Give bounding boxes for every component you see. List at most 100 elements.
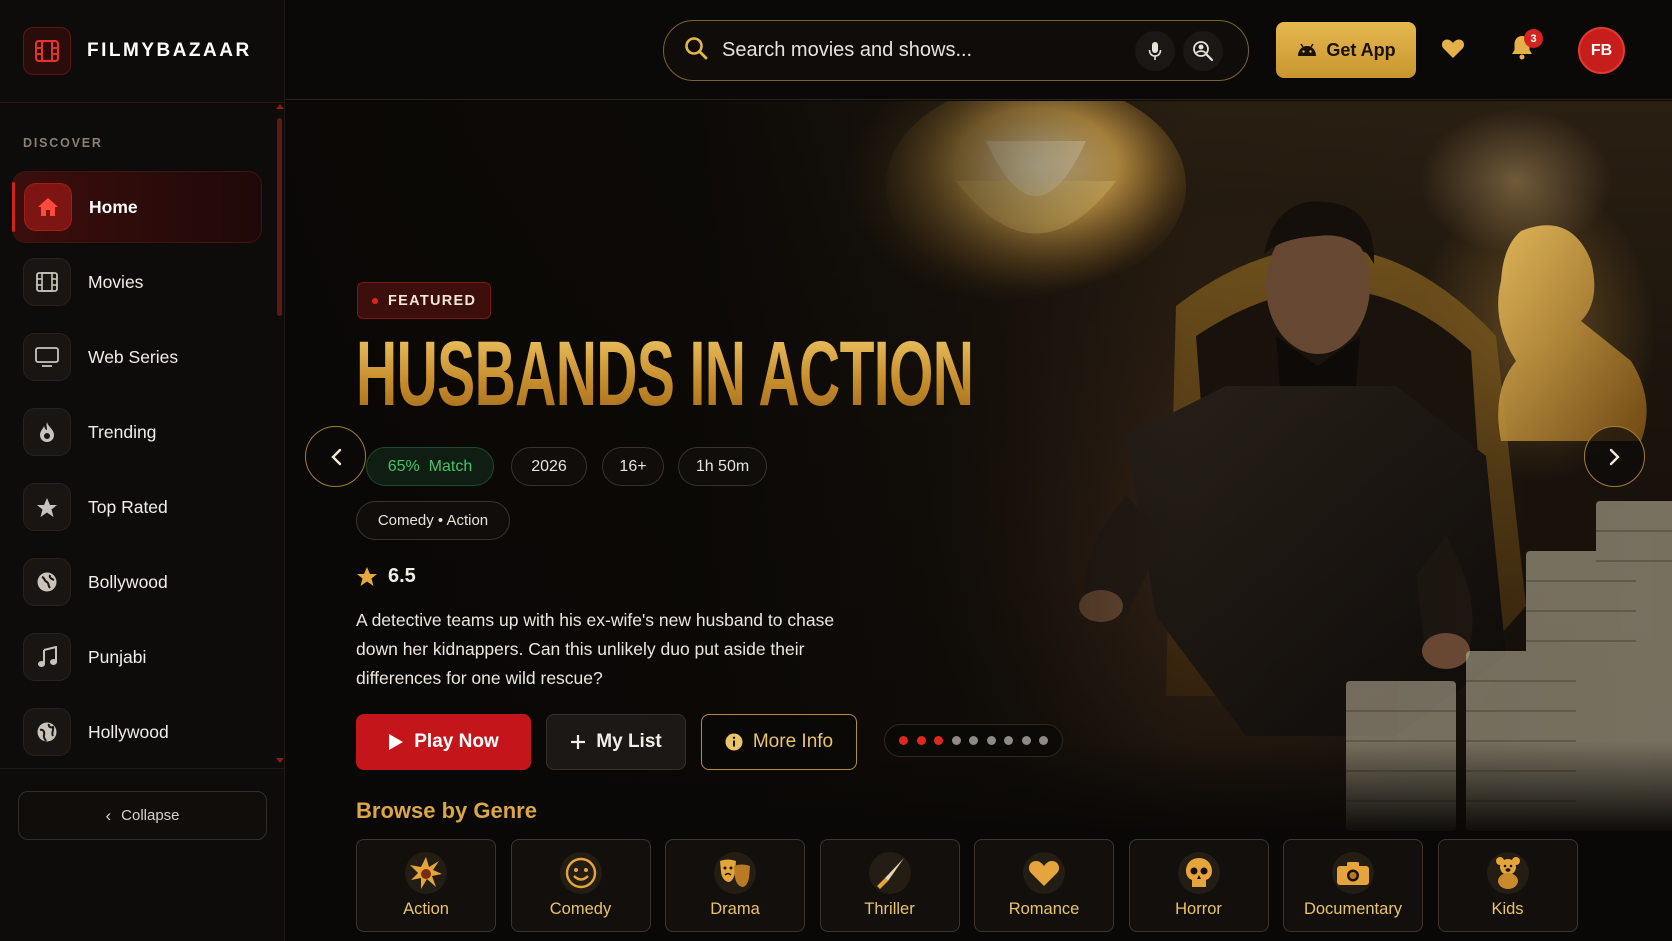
genre-card-romance[interactable]: Romance [974, 839, 1114, 932]
sidebar-item-bollywood[interactable]: Bollywood [12, 546, 262, 618]
visual-search-icon [1193, 40, 1214, 61]
age-rating-chip: 16+ [602, 447, 664, 486]
play-icon [389, 734, 404, 750]
hero-prev-button[interactable] [305, 426, 366, 487]
featured-badge: FEATURED [357, 282, 492, 319]
home-icon [24, 183, 72, 231]
music-icon [23, 633, 71, 681]
browse-by-genre-title: Browse by Genre [356, 798, 537, 823]
sidebar-footer: ‹ Collapse [0, 768, 285, 941]
genre-card-action[interactable]: Action [356, 839, 496, 932]
genre-label: Horror [1175, 900, 1222, 918]
my-list-label: My List [596, 731, 662, 752]
top-bar: Get App 3 FB [286, 0, 1672, 100]
chevron-left-icon [330, 448, 341, 465]
heart-icon [1023, 852, 1065, 894]
sidebar-item-top-rated[interactable]: Top Rated [12, 471, 262, 543]
android-icon [1298, 43, 1317, 56]
sidebar-item-hollywood[interactable]: Hollywood [12, 696, 262, 768]
carousel-dot[interactable] [951, 736, 961, 745]
notification-badge: 3 [1524, 29, 1543, 48]
genre-card-thriller[interactable]: Thriller [819, 839, 960, 932]
sidebar-item-label: Bollywood [88, 571, 168, 592]
hero-title: HUSBANDS IN ACTION [356, 323, 974, 425]
brand[interactable]: FILMYBAZAAR [0, 0, 284, 103]
genre-card-horror[interactable]: Horror [1128, 839, 1269, 932]
sidebar-item-trending[interactable]: Trending [12, 396, 262, 468]
sidebar-item-label: Home [89, 196, 138, 217]
carousel-dot[interactable] [1021, 736, 1031, 745]
sidebar-item-label: Hollywood [88, 721, 169, 742]
voice-search-button[interactable] [1135, 30, 1175, 71]
avatar[interactable]: FB [1578, 27, 1625, 74]
search-input[interactable] [722, 39, 1127, 62]
theater-masks-icon [714, 852, 756, 894]
knife-icon [868, 852, 911, 894]
brand-name: FILMYBAZAAR [87, 40, 252, 61]
rating: 6.5 [356, 565, 416, 588]
sidebar-item-label: Punjabi [88, 646, 147, 667]
genre-card-documentary[interactable]: Documentary [1283, 839, 1423, 932]
chevron-left-icon: ‹ [105, 805, 112, 825]
carousel-dot[interactable] [986, 736, 996, 745]
genre-list: Action Comedy Drama Thriller Romance Hor… [356, 839, 1592, 932]
sidebar-item-label: Web Series [88, 346, 179, 367]
my-list-button[interactable]: My List [546, 714, 686, 770]
sidebar-item-label: Trending [88, 421, 157, 442]
genre-label: Drama [710, 900, 760, 918]
explosion-icon [405, 852, 447, 894]
sidebar-item-punjabi[interactable]: Punjabi [12, 621, 262, 693]
flame-icon [23, 408, 71, 456]
teddy-bear-icon [1486, 852, 1529, 894]
hero-description: A detective teams up with his ex-wife's … [356, 610, 835, 688]
scroll-up-arrow[interactable] [276, 104, 284, 109]
sidebar-scrollbar[interactable] [277, 118, 282, 316]
image-search-button[interactable] [1183, 30, 1223, 71]
sidebar-item-label: Movies [88, 271, 144, 292]
collapse-label: Collapse [121, 807, 180, 824]
sidebar-item-home[interactable]: Home [12, 171, 262, 243]
genre-chip: Comedy • Action [356, 501, 510, 540]
genre-card-comedy[interactable]: Comedy [510, 839, 651, 932]
skull-icon [1177, 852, 1220, 894]
play-label: Play Now [414, 731, 499, 752]
genre-card-drama[interactable]: Drama [665, 839, 805, 932]
search-bar[interactable] [663, 20, 1249, 81]
badge-dot [372, 297, 378, 304]
camera-icon [1332, 852, 1374, 894]
collapse-button[interactable]: ‹ Collapse [18, 791, 267, 840]
carousel-dot[interactable] [899, 736, 908, 745]
sidebar-item-movies[interactable]: Movies [12, 246, 262, 318]
carousel-dot[interactable] [969, 736, 978, 745]
carousel-indicator [884, 724, 1063, 757]
favorites-button[interactable] [1441, 38, 1465, 64]
smiley-icon [559, 852, 602, 894]
sidebar-nav: Home Movies Web Series Trending Top Rate… [12, 171, 262, 771]
more-info-label: More Info [752, 731, 834, 752]
genre-card-kids[interactable]: Kids [1437, 839, 1578, 932]
microphone-icon [1148, 41, 1162, 60]
play-now-button[interactable]: Play Now [356, 714, 531, 770]
scroll-down-arrow[interactable] [276, 758, 284, 763]
globe-icon [23, 708, 71, 756]
film-icon [23, 258, 71, 306]
more-info-button[interactable]: More Info [701, 714, 857, 770]
carousel-dot[interactable] [934, 736, 943, 745]
rating-value: 6.5 [388, 565, 416, 587]
year-chip: 2026 [511, 447, 587, 486]
genre-label: Thriller [864, 900, 915, 918]
chevron-right-icon [1609, 448, 1620, 465]
sidebar-item-web-series[interactable]: Web Series [12, 321, 262, 393]
genre-label: Kids [1491, 900, 1524, 918]
genre-label: Documentary [1303, 900, 1403, 918]
get-app-label: Get App [1326, 39, 1396, 60]
carousel-dot[interactable] [1004, 736, 1013, 745]
get-app-button[interactable]: Get App [1276, 22, 1416, 78]
globe-icon [23, 558, 71, 606]
carousel-dot[interactable] [1039, 736, 1048, 745]
film-reel-icon [23, 27, 71, 75]
featured-label: FEATURED [388, 292, 477, 309]
sidebar: FILMYBAZAAR DISCOVER Home Movies Web Ser… [0, 0, 285, 941]
carousel-dot[interactable] [916, 736, 926, 745]
hero-next-button[interactable] [1584, 426, 1645, 487]
